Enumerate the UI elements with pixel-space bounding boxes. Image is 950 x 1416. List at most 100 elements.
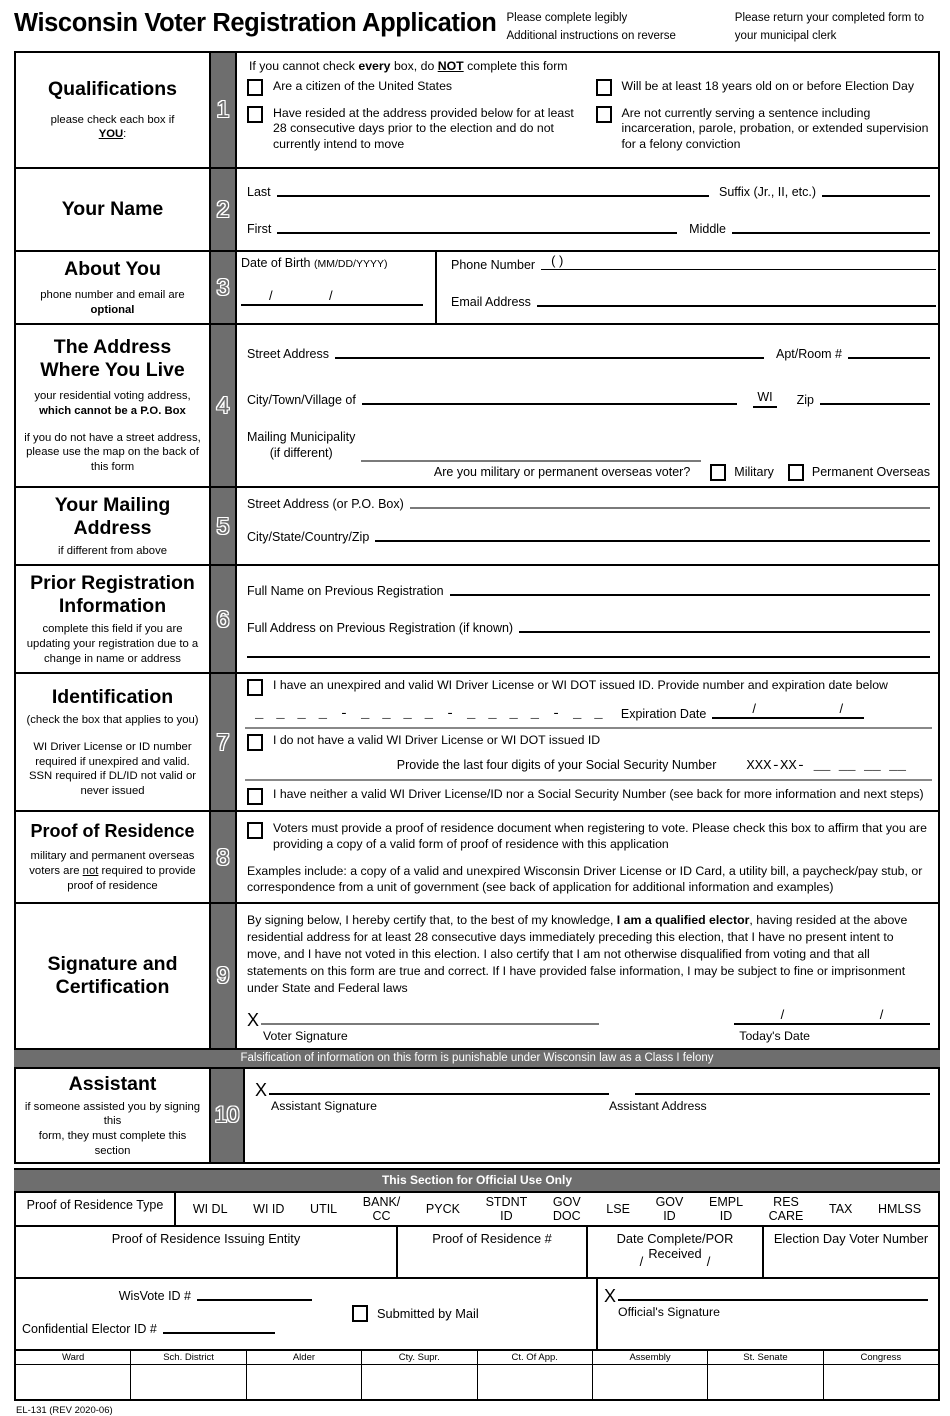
name-row-last: Last Suffix (Jr., II, etc.) <box>247 185 930 200</box>
header-note-left-line1: Please complete legibly <box>506 12 628 24</box>
wisvote-id-input[interactable] <box>197 1299 312 1302</box>
ward-header-alder: Alder <box>246 1351 363 1366</box>
por-type-pyck[interactable]: PYCK <box>426 1202 460 1216</box>
section-about-you-title: About You <box>64 258 161 281</box>
proof-of-residence-affirm-row[interactable]: Voters must provide a proof of residence… <box>247 821 930 853</box>
por-type-util[interactable]: UTIL <box>310 1202 337 1216</box>
ward-cell-cty-supr[interactable] <box>362 1365 478 1400</box>
suffix-input[interactable] <box>822 195 930 198</box>
date-of-birth-field[interactable]: Date of Birth (MM/DD/YYYY) / / <box>237 252 437 324</box>
checkbox-citizen[interactable] <box>247 78 263 96</box>
expiration-date-slashes: / / <box>752 701 884 717</box>
ward-cell-ct-of-app[interactable] <box>478 1365 593 1400</box>
qual-instr-every: every <box>358 58 391 73</box>
ward-header-assembly: Assembly <box>592 1351 709 1366</box>
confidential-elector-id-input[interactable] <box>162 1332 275 1335</box>
checkbox-neither-dl-nor-ssn[interactable] <box>247 788 263 806</box>
todays-date-input[interactable]: / / <box>734 1007 930 1025</box>
qualifications-sub-post: : <box>123 128 127 141</box>
por-type-bank-cc[interactable]: BANK/ CC <box>363 1195 401 1223</box>
qualification-item-age[interactable]: Will be at least 18 years old on or befo… <box>595 78 931 96</box>
election-day-voter-number-cell[interactable]: Election Day Voter Number <box>764 1227 938 1277</box>
por-type-stdnt-id[interactable]: STDNT ID <box>486 1195 528 1223</box>
last-name-input[interactable] <box>276 195 709 198</box>
prior-fullname-input[interactable] <box>449 594 930 597</box>
apt-room-input[interactable] <box>848 357 930 360</box>
ward-cell-sch-district[interactable] <box>131 1365 247 1400</box>
mailing-csz-input[interactable] <box>375 539 930 542</box>
address-sub2-line1: if you do not have a street address, <box>24 431 201 444</box>
assistant-address-input[interactable] <box>635 1092 930 1095</box>
officials-signature-input[interactable] <box>618 1299 928 1302</box>
zip-input[interactable] <box>820 403 930 406</box>
submitted-by-mail-row[interactable]: Submitted by Mail <box>352 1304 479 1322</box>
middle-name-input[interactable] <box>732 232 930 235</box>
section-signature-content: By signing below, I hereby certify that,… <box>237 904 938 1047</box>
ward-cell-assembly[interactable] <box>593 1365 709 1400</box>
qualification-item-citizen[interactable]: Are a citizen of the United States <box>247 78 582 96</box>
por-type-empl-id[interactable]: EMPL ID <box>709 1195 743 1223</box>
issuing-entity-cell[interactable]: Proof of Residence Issuing Entity <box>16 1227 398 1278</box>
city-input[interactable] <box>361 403 738 406</box>
section-assistant-label: Assistant if someone assisted you by sig… <box>16 1069 209 1163</box>
qual-instr-c: complete this form <box>463 58 568 73</box>
checkbox-no-valid-dl[interactable] <box>247 734 263 752</box>
checkbox-age[interactable] <box>595 78 612 96</box>
section-residential-address-content: Street Address Apt/Room # City/Town/Vill… <box>237 325 938 485</box>
prior-fulladdress-input[interactable] <box>519 631 930 634</box>
checkbox-proof-of-residence[interactable] <box>247 822 263 840</box>
por-type-gov-id[interactable]: GOV ID <box>656 1195 684 1223</box>
address-title-line1: The Address <box>53 336 172 359</box>
wisvote-id-row: WisVote ID # <box>22 1289 312 1304</box>
por-type-options: WI DL WI ID UTIL BANK/ CC PYCK STDNT ID … <box>176 1193 938 1225</box>
por-type-lse[interactable]: LSE <box>606 1202 630 1216</box>
ssn-last-four-input[interactable]: XXX-XX- __ __ __ __ <box>746 758 906 774</box>
checkbox-submitted-by-mail[interactable] <box>352 1304 368 1322</box>
qualification-item-residency[interactable]: Have resided at the address provided bel… <box>247 105 582 152</box>
ward-cell-ward[interactable] <box>16 1365 132 1400</box>
checkbox-has-valid-dl[interactable] <box>247 679 263 697</box>
address-sub2-line2: please use the map on the back of <box>26 446 199 459</box>
por-type-wi-dl[interactable]: WI DL <box>193 1202 228 1216</box>
ward-value-row <box>16 1365 938 1400</box>
por-type-label: Proof of Residence Type <box>16 1193 176 1226</box>
mailing-street-input[interactable] <box>409 506 930 509</box>
dl-number-input[interactable]: _ _ _ _ - _ _ _ _ - _ _ _ _ - _ _ <box>255 706 605 722</box>
por-type-wi-id[interactable]: WI ID <box>253 1202 284 1216</box>
por-type-gov-doc[interactable]: GOV DOC <box>553 1195 581 1223</box>
dob-label: Date of Birth (MM/DD/YYYY) <box>241 256 423 270</box>
expiration-date-input[interactable]: / / <box>712 701 865 720</box>
email-input[interactable] <box>536 305 936 308</box>
mailing-title-line2: Address <box>73 516 152 539</box>
dob-input[interactable]: / / <box>241 286 423 307</box>
voter-signature-input[interactable] <box>261 1022 600 1025</box>
prior-fulladdress-input-2[interactable] <box>247 656 930 659</box>
street-address-input[interactable] <box>335 357 764 360</box>
checkbox-felony[interactable] <box>595 105 612 123</box>
ident-sub2-line1: WI Driver License or ID number <box>33 740 192 753</box>
identification-option-1[interactable]: I have an unexpired and valid WI Driver … <box>245 674 932 730</box>
dl-number-row: _ _ _ _ - _ _ _ _ - _ _ _ _ - _ _ Expira… <box>247 701 930 722</box>
identification-option-2[interactable]: I do not have a valid WI Driver License … <box>245 729 932 782</box>
por-number-cell[interactable]: Proof of Residence # <box>398 1227 588 1278</box>
ward-cell-st-senate[interactable] <box>708 1365 824 1400</box>
date-complete-cell[interactable]: Date Complete/POR Received / / <box>588 1227 764 1278</box>
qualification-item-felony[interactable]: Are not currently serving a sentence inc… <box>595 105 931 152</box>
ward-cell-congress[interactable] <box>824 1365 938 1399</box>
mailing-municipality-input[interactable] <box>361 459 702 462</box>
identification-option-3[interactable]: I have neither a valid WI Driver License… <box>245 781 932 810</box>
phone-input[interactable]: ( ) <box>541 253 936 271</box>
por-type-tax[interactable]: TAX <box>829 1202 852 1216</box>
section-proof-of-residence-content: Voters must provide a proof of residence… <box>237 812 938 902</box>
checkbox-permanent-overseas[interactable] <box>787 463 804 481</box>
por-type-res-care[interactable]: RES CARE <box>769 1195 804 1223</box>
assistant-signature-input[interactable] <box>269 1092 610 1095</box>
section-signature-certification: Signature and Certification 9 By signing… <box>16 904 938 1048</box>
page-title: Wisconsin Voter Registration Application <box>14 9 497 37</box>
checkbox-residency[interactable] <box>247 105 263 123</box>
ward-cell-alder[interactable] <box>247 1365 363 1400</box>
por-type-hmlss[interactable]: HMLSS <box>878 1202 921 1216</box>
checkbox-military[interactable] <box>710 463 727 481</box>
first-name-input[interactable] <box>277 232 678 235</box>
header-note-left: Please complete legibly Additional instr… <box>506 10 675 46</box>
